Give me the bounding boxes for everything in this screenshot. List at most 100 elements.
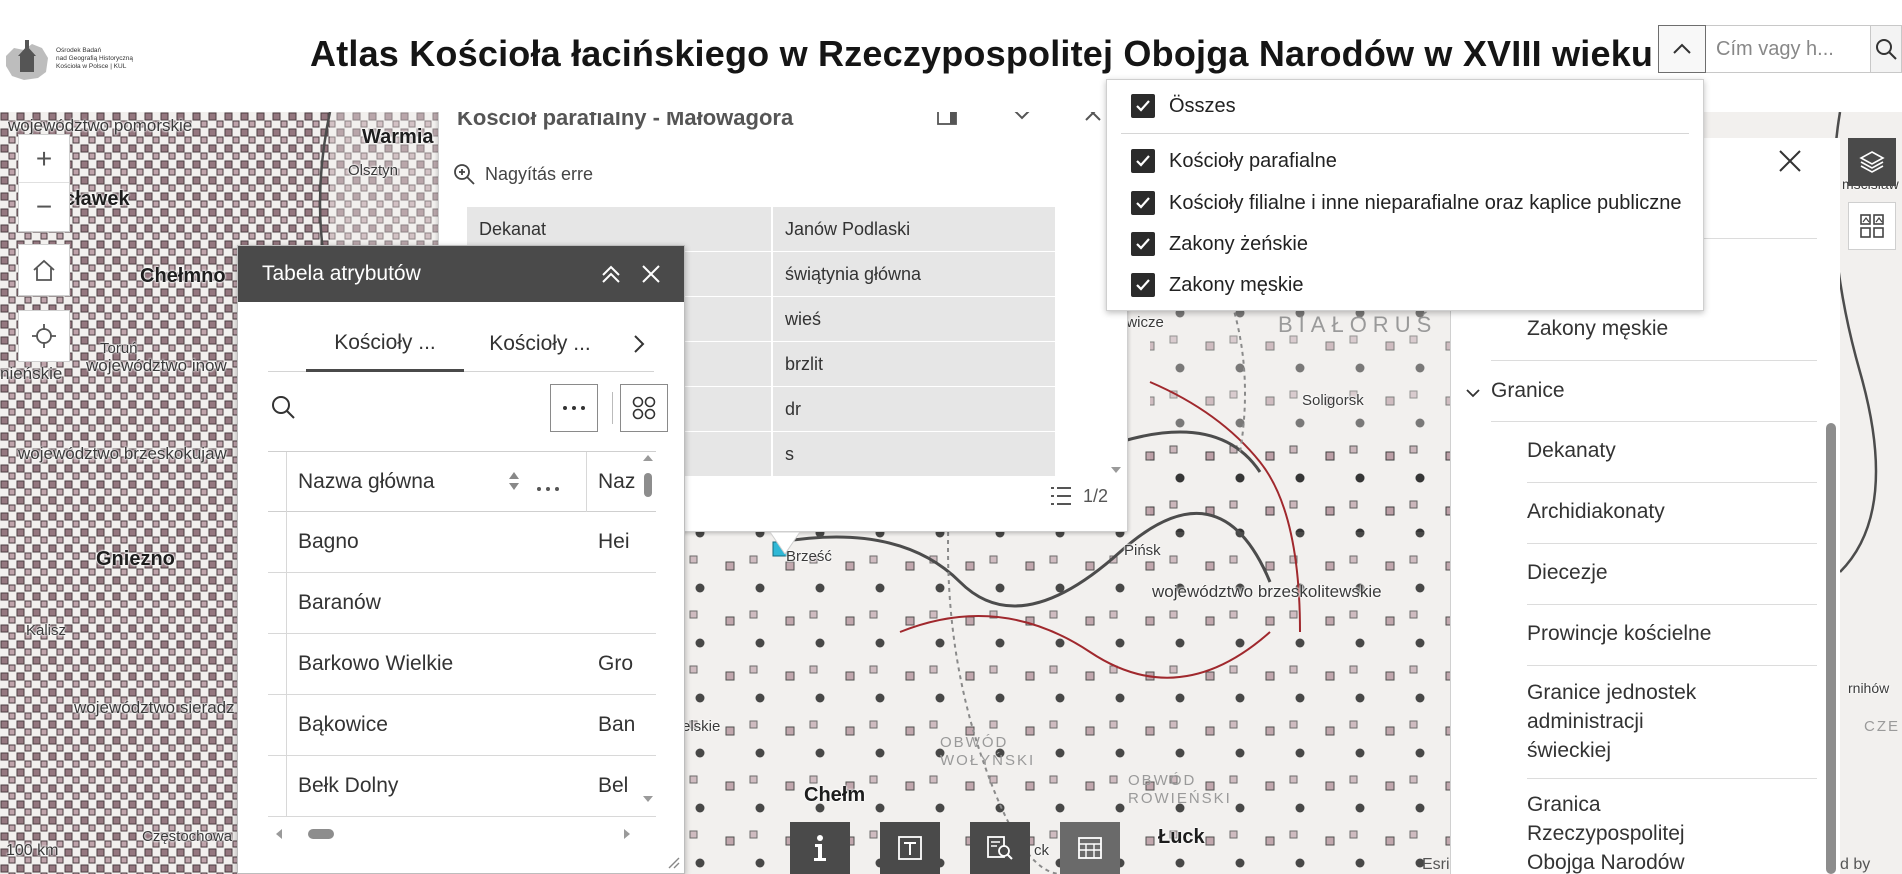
popup-value: świątynia główna: [773, 252, 1055, 296]
grid-divider: [286, 634, 287, 695]
expand-granice-button[interactable]: [1465, 386, 1481, 404]
dropdown-separator: [1121, 133, 1689, 134]
cell-nazwa: Bąkowice: [298, 713, 388, 736]
grid-divider: [586, 452, 587, 512]
map-label: rnihów: [1848, 680, 1890, 696]
layer-item-diecezje[interactable]: Diecezje: [1527, 558, 1817, 587]
scrollbar-track: [276, 829, 630, 839]
tab-layer-1[interactable]: Kościoły ...: [306, 316, 464, 372]
attribute-table-button[interactable]: [1060, 822, 1120, 874]
map-label: Częstochowa: [142, 828, 233, 845]
basemap-gallery-icon: [1860, 214, 1884, 238]
table-options-button[interactable]: [550, 384, 598, 432]
zoom-in-button[interactable]: +: [19, 135, 69, 183]
filter-option-zakony-zenskie[interactable]: Zakony żeńskie: [1131, 232, 1308, 256]
search-layers-button[interactable]: [970, 822, 1030, 874]
table-row[interactable]: Bagno Hei: [268, 512, 656, 573]
cell-nazwa: Barkowo Wielkie: [298, 652, 454, 675]
checkbox-checked-icon: [1131, 94, 1155, 118]
table-horizontal-scrollbar[interactable]: [268, 823, 656, 845]
zoom-to-icon: [454, 164, 475, 185]
grid-select-icon: [632, 396, 656, 420]
collapse-panel-button[interactable]: [596, 259, 626, 289]
locate-button[interactable]: [18, 310, 70, 362]
filter-option-label: Összes: [1169, 94, 1236, 117]
grid-divider: [286, 756, 287, 817]
search-input[interactable]: Cím vagy h...: [1706, 25, 1871, 73]
popup-value: s: [773, 432, 1055, 476]
info-button[interactable]: [790, 822, 850, 874]
map-label: Olsztyn: [348, 162, 399, 179]
popup-value: dr: [773, 387, 1055, 431]
search-table-button[interactable]: [270, 394, 296, 425]
table-row[interactable]: Bełk Dolny Bel: [268, 756, 656, 817]
layer-item-granica-rp[interactable]: Granica Rzeczypospolitej Obojga Narodów: [1527, 790, 1727, 874]
column-menu-button[interactable]: [536, 479, 560, 497]
map-label: województwo inow: [86, 356, 227, 375]
column-header-nazwa[interactable]: Nazwa główna: [298, 452, 488, 511]
map-label: OBWÓD WOŁYŃSKI: [940, 734, 1036, 769]
map-label: Chełm: [804, 784, 866, 806]
zoom-out-button[interactable]: −: [19, 183, 69, 231]
filter-option-label: Zakony męskie: [1169, 273, 1304, 296]
layer-item-zakony-meskie[interactable]: Zakony męskie: [1527, 314, 1817, 343]
text-tool-button[interactable]: [880, 822, 940, 874]
layer-separator: [1527, 604, 1817, 605]
attribute-table-panel: Tabela atrybutów Kościoły ... Kościoły .…: [237, 245, 685, 874]
map-label: elskie: [682, 718, 721, 735]
minus-icon: −: [35, 191, 53, 222]
layer-item-dekanaty[interactable]: Dekanaty: [1527, 436, 1817, 465]
logo-text: Ośrodek Badań nad Geografią Historyczną …: [56, 47, 146, 71]
layer-separator: [1527, 482, 1817, 483]
tab-layer-2[interactable]: Kościoły ...: [480, 316, 600, 372]
map-label: województwo sieradz: [74, 698, 235, 717]
layer-separator: [1491, 360, 1817, 361]
church-map-logo-icon: [2, 34, 52, 84]
layer-group-granice[interactable]: Granice: [1491, 376, 1781, 405]
basemap-gallery-button[interactable]: [1848, 202, 1896, 250]
filter-option-koscioly-filialne[interactable]: Kościoły filialne i inne nieparafialne o…: [1131, 191, 1682, 215]
more-icon: [537, 487, 559, 491]
text-icon: [898, 836, 922, 860]
layer-list-scrollbar[interactable]: [1826, 423, 1836, 874]
popup-value: Janów Podlaski: [773, 207, 1055, 251]
layer-list-toggle-button[interactable]: [1848, 138, 1896, 186]
filter-option-koscioly-parafialne[interactable]: Kościoły parafialne: [1131, 149, 1337, 173]
layer-separator: [1491, 421, 1817, 422]
logo-line: nad Geografią Historyczną: [56, 55, 133, 62]
select-all-button[interactable]: [620, 384, 668, 432]
resize-handle-icon[interactable]: [664, 853, 680, 869]
map-label: Soligorsk: [1302, 392, 1364, 409]
table-row[interactable]: Barkowo Wielkie Gro: [268, 634, 656, 695]
home-button[interactable]: [18, 244, 70, 296]
filter-option-all[interactable]: Összes: [1131, 94, 1236, 118]
check-icon: [1136, 279, 1150, 291]
table-vertical-scrollbar[interactable]: [640, 451, 656, 806]
home-icon: [33, 259, 55, 281]
close-layer-list-button[interactable]: [1777, 148, 1803, 179]
popup-pointer: [770, 532, 800, 554]
layer-item-prowincje[interactable]: Prowincje kościelne: [1527, 619, 1817, 648]
esri-attribution: d by Esri: [1840, 856, 1871, 873]
search-widget: Cím vagy h...: [1658, 25, 1902, 73]
page-title: Atlas Kościoła łacińskiego w Rzeczypospo…: [310, 33, 1654, 74]
filter-option-zakony-meskie[interactable]: Zakony męskie: [1131, 273, 1304, 297]
plus-icon: +: [35, 142, 53, 174]
sort-button[interactable]: [508, 470, 520, 497]
table-row[interactable]: Baranów: [268, 573, 656, 634]
search-button[interactable]: [1871, 25, 1902, 73]
close-panel-button[interactable]: [636, 259, 666, 289]
search-source-toggle[interactable]: [1658, 25, 1706, 73]
layer-item-granice-swieckie[interactable]: Granice jednostek administracji świeckie…: [1527, 678, 1727, 765]
zoom-to-action[interactable]: Nagyítás erre: [453, 163, 593, 185]
grid-divider: [286, 695, 287, 756]
table-row[interactable]: Bąkowice Ban: [268, 695, 656, 756]
layers-icon: [1859, 151, 1885, 173]
map-label: Warmia: [362, 126, 434, 148]
tab-scroll-right[interactable]: [624, 316, 654, 372]
search-icon: [272, 396, 295, 419]
popup-pagination[interactable]: 1/2: [1049, 485, 1108, 507]
check-icon: [1136, 100, 1150, 112]
layer-item-archidiakonaty[interactable]: Archidiakonaty: [1527, 497, 1817, 526]
map-label: BIAŁORUŚ: [1278, 312, 1438, 337]
